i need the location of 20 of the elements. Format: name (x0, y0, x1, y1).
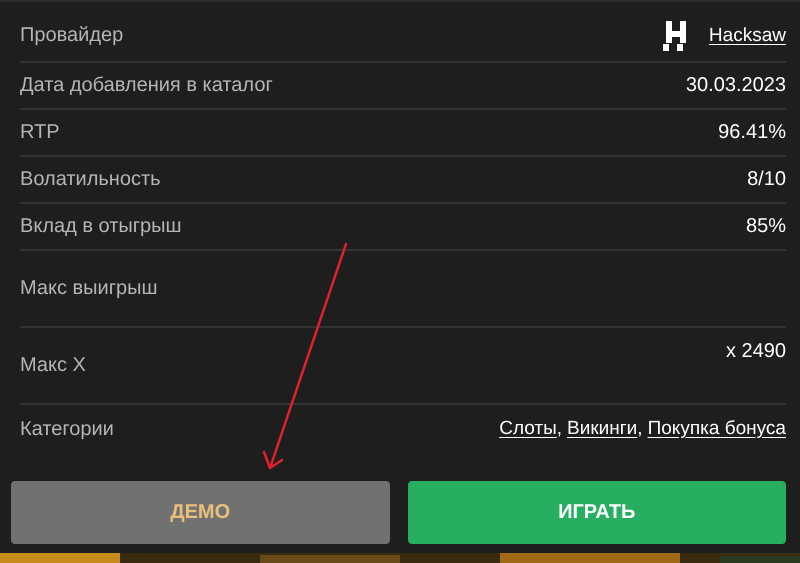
row-label: Категории (20, 418, 114, 440)
row-value: 30.03.2023 (686, 74, 786, 97)
row-label: Вклад в отыгрыш (20, 215, 182, 238)
row-value: 85% (746, 215, 786, 238)
row-value: 96.41% (718, 121, 786, 144)
row-value: x 2490 (726, 340, 786, 363)
separator: , (637, 418, 643, 440)
provider-logo-icon (662, 20, 689, 50)
row-value: 8/10 (747, 168, 786, 191)
row-label: Макс X (20, 354, 86, 377)
separator: , (556, 418, 562, 440)
category-link[interactable]: Викинги (567, 418, 638, 440)
category-link[interactable]: Покупка бонуса (648, 418, 786, 440)
row-label: Дата добавления в каталог (20, 74, 273, 97)
row-label: RTP (20, 121, 60, 144)
category-link[interactable]: Слоты (499, 418, 557, 440)
row-label: Волатильность (20, 168, 161, 191)
row-label: Макс выигрыш (20, 277, 158, 300)
provider-link[interactable]: Hacksaw (708, 24, 786, 46)
row-label: Провайдер (20, 24, 124, 47)
